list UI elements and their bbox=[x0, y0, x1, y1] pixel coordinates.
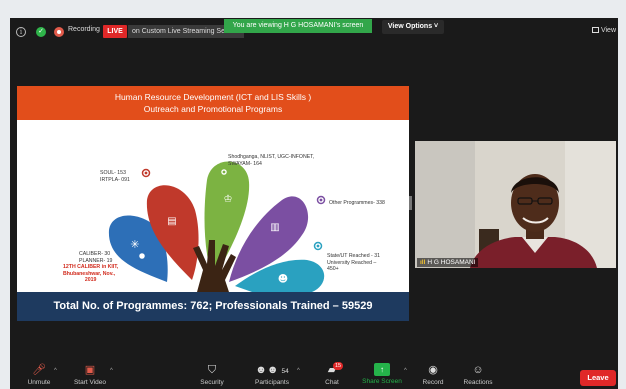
label-state-line3: 450+ bbox=[327, 266, 339, 272]
reactions-label: Reactions bbox=[463, 379, 493, 386]
label-caliber-kiit-line3: 2019 bbox=[84, 277, 97, 283]
chat-button[interactable]: ▰ 15 Chat bbox=[320, 362, 344, 386]
record-label: Record bbox=[422, 379, 444, 386]
participants-label: Participants bbox=[255, 379, 289, 386]
share-screen-arrow-icon: ↑ bbox=[374, 363, 390, 376]
live-badge[interactable]: LIVE bbox=[103, 25, 127, 38]
start-video-label: Start Video bbox=[73, 379, 107, 386]
leave-button[interactable]: Leave bbox=[580, 370, 616, 386]
slide-footer-total: Total No. of Programmes: 762; Profession… bbox=[17, 292, 409, 321]
video-options-caret-icon[interactable]: ^ bbox=[110, 368, 113, 374]
security-button[interactable]: ⛉ Security bbox=[196, 363, 228, 386]
share-options-caret-icon[interactable]: ^ bbox=[404, 368, 407, 374]
label-caliber-kiit-line1: 12TH CALIBER in KIIT, bbox=[63, 264, 119, 270]
participant-name-text: H G HOSAMANI bbox=[427, 259, 476, 266]
viewing-screen-banner: You are viewing H G HOSAMANI's screen bbox=[224, 19, 372, 33]
audio-options-caret-icon[interactable]: ^ bbox=[54, 368, 57, 374]
participants-caret-icon[interactable]: ^ bbox=[297, 368, 300, 374]
label-soul: SOUL- 153 IRTPLA- 091 bbox=[100, 170, 130, 183]
video-camera-off-icon: ▣ bbox=[84, 364, 96, 376]
chat-label: Chat bbox=[325, 379, 339, 386]
unmute-label: Unmute bbox=[27, 379, 51, 386]
label-soul-text: SOUL- 153 bbox=[100, 170, 126, 176]
security-label: Security bbox=[200, 379, 224, 386]
label-caliber-kiit: 12TH CALIBER in KIIT, Bhubaneshwar, Nov.… bbox=[63, 264, 118, 284]
shield-icon: ⛉ bbox=[207, 364, 217, 376]
zoom-window: i ✓ Recording LIVE on Custom Live Stream… bbox=[10, 18, 618, 389]
label-shodhganga: Shodhganga, NLIST, UGC-INFONET, SWAYAM- … bbox=[228, 154, 314, 167]
network-icon: ✳ bbox=[130, 238, 139, 251]
participant-video-image bbox=[415, 141, 616, 268]
people-icon: ☻ bbox=[278, 273, 288, 285]
graduation-cap-icon: ♔ bbox=[224, 194, 233, 205]
share-screen-button[interactable]: ↑ Share Screen bbox=[360, 363, 404, 385]
slide-title: Human Resource Development (ICT and LIS … bbox=[17, 86, 409, 120]
view-label: View bbox=[600, 27, 616, 34]
label-state-line1: State/UT Reached - 31 bbox=[327, 253, 380, 259]
panel-splitter-handle[interactable] bbox=[409, 196, 412, 210]
view-options-button[interactable]: View Options ˅ bbox=[382, 20, 444, 34]
record-icon: ◉ bbox=[428, 364, 438, 376]
recording-label: Recording bbox=[68, 26, 100, 33]
shared-slide: Human Resource Development (ICT and LIS … bbox=[17, 86, 409, 321]
label-shodhganga-line1: Shodhganga, NLIST, UGC-INFONET, bbox=[228, 154, 315, 160]
unmute-button[interactable]: 🎤︎ Unmute bbox=[24, 363, 54, 386]
microphone-muted-icon: 🎤︎ bbox=[32, 364, 46, 376]
reactions-smiley-icon: ☺ bbox=[472, 364, 484, 376]
participants-icon: ☻☻ 54 bbox=[255, 364, 289, 376]
view-grid-icon bbox=[591, 27, 599, 33]
slide-title-line2: Outreach and Promotional Programs bbox=[143, 104, 283, 114]
share-screen-label: Share Screen bbox=[362, 378, 402, 385]
slide-title-line1: Human Resource Development (ICT and LIS … bbox=[114, 92, 312, 102]
bottom-toolbar: 🎤︎ Unmute ^ ▣ Start Video ^ ⛉ Security ☻… bbox=[10, 361, 618, 389]
view-button[interactable]: View bbox=[591, 27, 616, 34]
label-state-reached: State/UT Reached - 31 University Reached… bbox=[327, 253, 380, 273]
chart-icon: ▥ bbox=[270, 222, 279, 233]
chat-unread-badge: 15 bbox=[333, 362, 344, 370]
label-other-programmes: Other Programmes- 338 bbox=[329, 200, 385, 206]
label-irtpla-text: IRTPLA- 091 bbox=[100, 176, 130, 183]
participants-button[interactable]: ☻☻ 54 Participants bbox=[250, 363, 294, 386]
start-video-button[interactable]: ▣ Start Video bbox=[70, 363, 110, 386]
reactions-button[interactable]: ☺ Reactions bbox=[460, 363, 496, 386]
participants-count: 54 bbox=[281, 368, 289, 375]
info-icon[interactable]: i bbox=[16, 27, 26, 37]
security-shield-icon[interactable]: ✓ bbox=[36, 27, 46, 37]
audio-level-icon: ıll bbox=[420, 259, 426, 266]
book-icon: ▤ bbox=[167, 216, 176, 227]
participant-video-tile[interactable]: ıll H G HOSAMANI bbox=[415, 141, 616, 268]
top-bar: i ✓ Recording LIVE on Custom Live Stream… bbox=[10, 18, 618, 46]
label-shodhganga-line2: SWAYAM- 164 bbox=[228, 160, 262, 167]
record-button[interactable]: ◉ Record bbox=[420, 363, 446, 386]
label-caliber-text: CALIBER- 30 bbox=[79, 251, 111, 257]
recording-icon bbox=[54, 27, 64, 37]
participant-name-label: ıll H G HOSAMANI bbox=[417, 258, 479, 267]
label-caliber: CALIBER- 30 PLANNER- 19 bbox=[79, 251, 112, 264]
